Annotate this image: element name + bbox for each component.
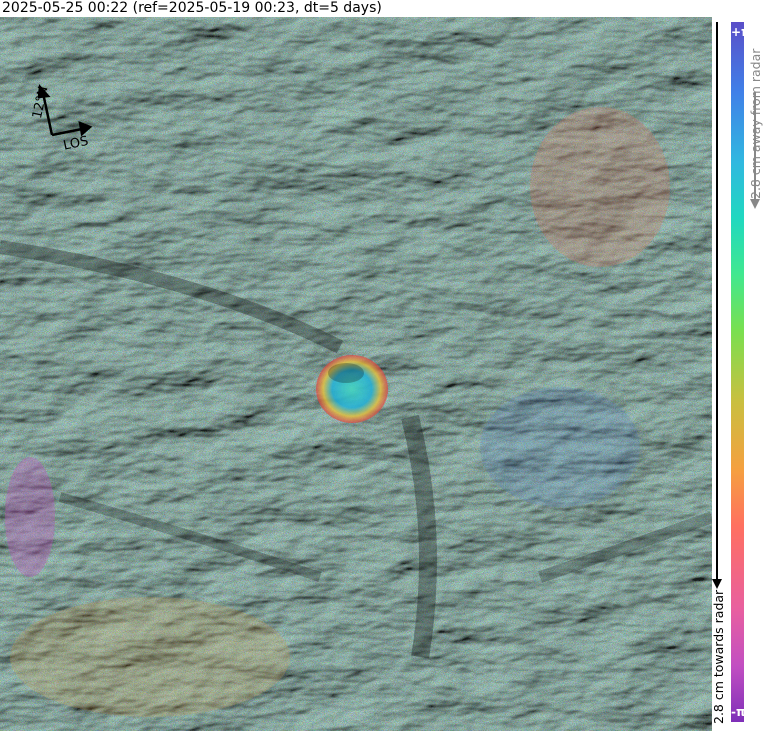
colorbar-top-label: +π — [731, 25, 751, 39]
colorbar-panel: +π -π 2.8 cm away from radar 2.8 cm towa… — [711, 17, 764, 731]
image-title: 2025-05-25 00:22 (ref=2025-05-19 00:23, … — [0, 0, 714, 17]
colorbar-bottom-label: -π — [731, 705, 746, 719]
away-label: 2.8 cm away from radar — [748, 48, 763, 199]
interferogram-map: 12°N LOS — [0, 17, 712, 731]
towards-arrow — [716, 22, 718, 582]
away-arrowhead-icon — [750, 199, 760, 209]
towards-arrowhead-icon — [712, 579, 722, 589]
phase-colorbar — [731, 22, 744, 722]
compass-icon — [37, 84, 93, 137]
towards-label: 2.8 cm towards radar — [711, 589, 726, 724]
